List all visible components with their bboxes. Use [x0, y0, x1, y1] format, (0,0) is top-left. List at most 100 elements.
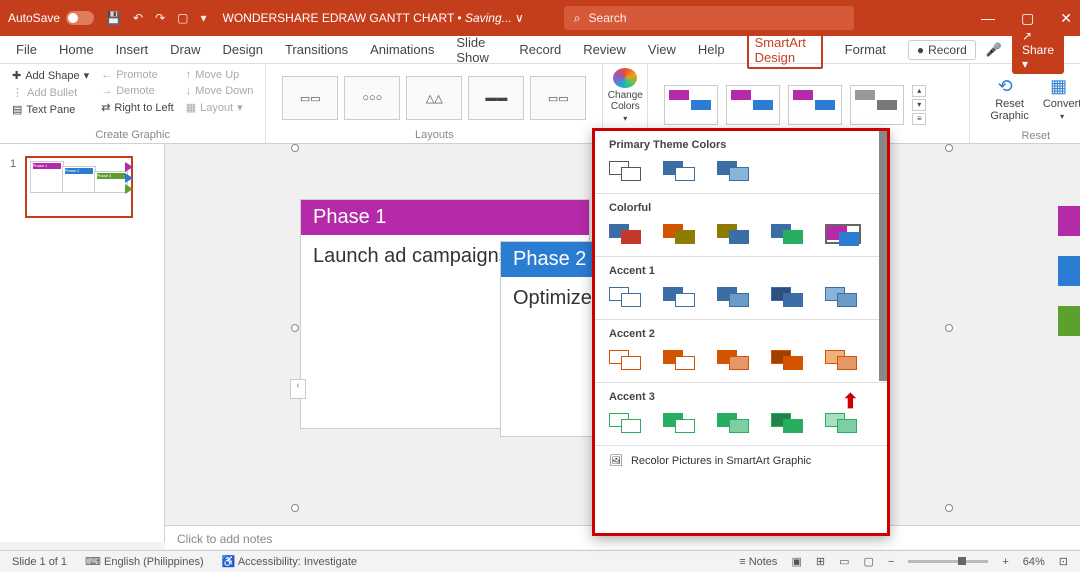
slideshow-view-icon[interactable]: ▢	[863, 555, 873, 568]
moveup-button: ↑ Move Up	[182, 68, 258, 82]
tab-review[interactable]: Review	[583, 38, 626, 61]
tab-design[interactable]: Design	[223, 38, 263, 61]
fit-window-icon[interactable]: ⊡	[1059, 555, 1068, 568]
change-colors-button[interactable]: Change Colors ▾	[603, 64, 647, 127]
workspace: 1 Phase 1 Phase 2 Phase 3 Phase 1 Launch…	[0, 144, 1080, 542]
tab-insert[interactable]: Insert	[116, 38, 149, 61]
color-option[interactable]	[663, 287, 699, 307]
tab-file[interactable]: File	[16, 38, 37, 61]
color-option[interactable]	[771, 287, 807, 307]
color-option[interactable]	[609, 413, 645, 433]
scrollbar[interactable]	[879, 131, 887, 381]
sorter-view-icon[interactable]: ⊞	[816, 555, 825, 568]
notes-button[interactable]: ≡ Notes	[739, 556, 777, 568]
layout-option[interactable]: ○○○	[344, 76, 400, 120]
color-option[interactable]	[717, 413, 753, 433]
gallery-more[interactable]: ▴▾≡	[912, 85, 926, 125]
tab-transitions[interactable]: Transitions	[285, 38, 348, 61]
add-shape-button[interactable]: ✚ Add Shape ▾	[8, 68, 93, 83]
promote-button: ← Promote	[97, 68, 178, 82]
qat-dropdown-icon[interactable]: ▾	[200, 11, 206, 25]
color-option[interactable]	[717, 224, 753, 244]
search-input[interactable]	[589, 11, 844, 25]
reset-graphic-button[interactable]: ⟲ Reset Graphic	[990, 76, 1029, 122]
color-option[interactable]	[609, 350, 645, 370]
tab-draw[interactable]: Draw	[170, 38, 200, 61]
layout-option[interactable]: △△	[406, 76, 462, 120]
undo-icon[interactable]: ↶	[133, 11, 143, 25]
slide-thumbnails-panel[interactable]: 1 Phase 1 Phase 2 Phase 3	[0, 144, 165, 542]
mic-icon[interactable]: 🎤	[986, 42, 1002, 58]
color-option[interactable]	[609, 224, 645, 244]
color-option[interactable]	[663, 413, 699, 433]
reset-group: ⟲ Reset Graphic ▦ Convert ▾ Reset	[970, 64, 1080, 143]
text-pane-toggle[interactable]: ‹	[290, 379, 306, 399]
color-option[interactable]	[825, 287, 861, 307]
minimize-icon[interactable]: —	[981, 10, 995, 27]
redo-icon[interactable]: ↷	[155, 11, 165, 25]
style-option[interactable]	[664, 85, 718, 125]
section-title: Accent 1	[609, 265, 873, 277]
reset-icon: ⟲	[998, 76, 1022, 96]
save-icon[interactable]: 💾	[106, 11, 121, 25]
present-icon[interactable]: ▢	[177, 11, 188, 25]
color-option[interactable]	[609, 287, 645, 307]
color-option[interactable]	[717, 287, 753, 307]
slide-counter[interactable]: Slide 1 of 1	[12, 556, 67, 568]
color-option[interactable]	[717, 161, 753, 181]
status-bar: Slide 1 of 1 ⌨ English (Philippines) ♿ A…	[0, 550, 1080, 572]
slide-number: 1	[10, 158, 16, 170]
color-option[interactable]	[663, 224, 699, 244]
recolor-pictures-link[interactable]: 🖼 Recolor Pictures in SmartArt Graphic	[595, 446, 887, 475]
slide-thumbnail[interactable]: Phase 1 Phase 2 Phase 3	[25, 156, 133, 218]
convert-button[interactable]: ▦ Convert ▾	[1043, 76, 1080, 121]
layout-option[interactable]: ▭▭	[530, 76, 586, 120]
color-option[interactable]	[771, 224, 807, 244]
layouts-group: ▭▭ ○○○ △△ ▬▬ ▭▭ Layouts	[266, 64, 603, 143]
window-controls: — ▢ ✕	[981, 10, 1072, 27]
tab-format[interactable]: Format	[845, 38, 886, 61]
color-option[interactable]	[663, 161, 699, 181]
ribbon: ✚ Add Shape ▾ ⋮ Add Bullet ▤ Text Pane ←…	[0, 64, 1080, 144]
layout-option[interactable]: ▬▬	[468, 76, 524, 120]
tab-record[interactable]: Record	[519, 38, 561, 61]
change-colors-dropdown: Primary Theme Colors Colorful Accent 1 A…	[592, 128, 890, 536]
color-option-selected[interactable]	[825, 224, 861, 244]
tab-home[interactable]: Home	[59, 38, 94, 61]
style-option[interactable]	[726, 85, 780, 125]
normal-view-icon[interactable]: ▣	[791, 555, 801, 568]
zoom-in-icon[interactable]: +	[1002, 556, 1008, 568]
color-option[interactable]	[717, 350, 753, 370]
rtl-button[interactable]: ⇄ Right to Left	[97, 100, 178, 115]
zoom-slider[interactable]	[908, 560, 988, 563]
group-label: Layouts	[274, 129, 594, 141]
close-icon[interactable]: ✕	[1060, 10, 1072, 27]
tab-animations[interactable]: Animations	[370, 38, 434, 61]
language-indicator[interactable]: ⌨ English (Philippines)	[85, 555, 204, 568]
color-option[interactable]	[825, 350, 861, 370]
record-button[interactable]: ● Record	[908, 40, 976, 60]
color-option[interactable]	[771, 350, 807, 370]
reading-view-icon[interactable]: ▭	[839, 555, 849, 568]
search-box[interactable]: ⌕	[564, 6, 854, 30]
color-option[interactable]	[609, 161, 645, 181]
zoom-level[interactable]: 64%	[1023, 556, 1045, 568]
tab-smartart-design[interactable]: SmartArt Design	[747, 31, 823, 69]
accessibility-indicator[interactable]: ♿ Accessibility: Investigate	[222, 555, 357, 568]
maximize-icon[interactable]: ▢	[1021, 10, 1034, 27]
style-option[interactable]	[850, 85, 904, 125]
create-graphic-group: ✚ Add Shape ▾ ⋮ Add Bullet ▤ Text Pane ←…	[0, 64, 266, 143]
tab-slideshow[interactable]: Slide Show	[456, 31, 497, 69]
layout-option[interactable]: ▭▭	[282, 76, 338, 120]
color-option[interactable]	[771, 413, 807, 433]
text-pane-button[interactable]: ▤ Text Pane	[8, 102, 93, 117]
color-option[interactable]	[825, 413, 861, 433]
convert-icon: ▦	[1050, 76, 1074, 96]
style-option[interactable]	[788, 85, 842, 125]
section-title: Primary Theme Colors	[609, 139, 873, 151]
autosave-toggle[interactable]: AutoSave	[8, 11, 94, 25]
color-option[interactable]	[663, 350, 699, 370]
tab-help[interactable]: Help	[698, 38, 725, 61]
zoom-out-icon[interactable]: −	[888, 556, 894, 568]
tab-view[interactable]: View	[648, 38, 676, 61]
